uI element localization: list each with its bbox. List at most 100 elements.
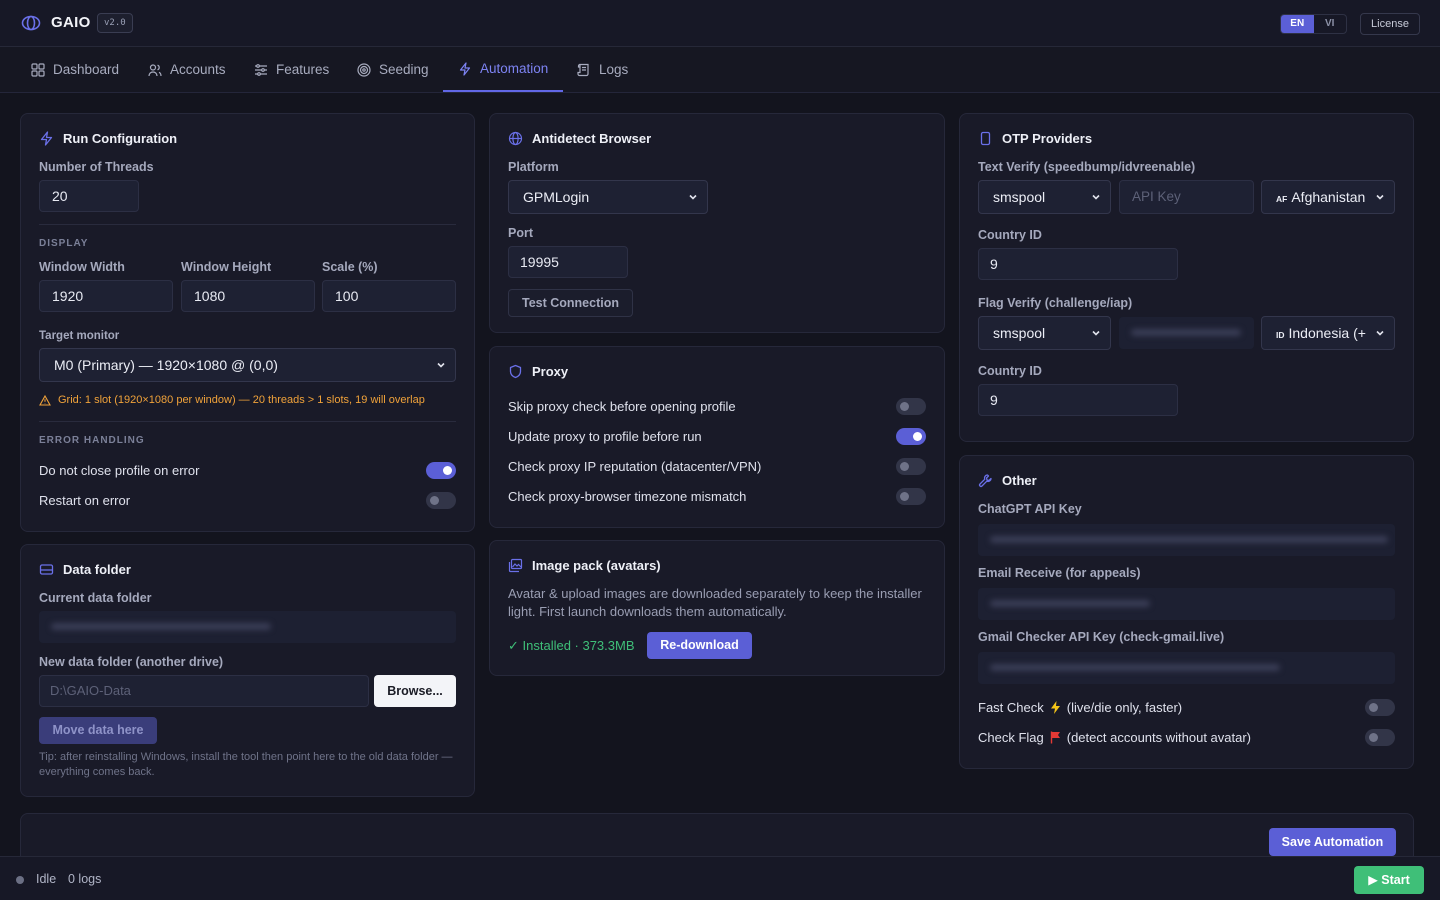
chatgpt-api-key-input-redacted[interactable] <box>978 524 1395 556</box>
text-country-id-input[interactable]: 9 <box>978 248 1178 280</box>
window-height-label: Window Height <box>181 260 272 274</box>
current-folder-value-redacted <box>39 611 456 643</box>
email-receive-input-redacted[interactable] <box>978 588 1395 620</box>
lang-vi-button[interactable]: VI <box>1314 15 1347 33</box>
flag-verify-country-select[interactable]: ID Indonesia (+ <box>1261 316 1395 350</box>
chevron-down-icon <box>689 194 697 200</box>
window-width-input[interactable]: 1920 <box>39 280 173 312</box>
lightning-icon <box>1050 701 1060 714</box>
warning-icon <box>39 394 51 406</box>
fast-check-label: Fast Check <box>978 700 1044 715</box>
lightning-icon <box>459 61 471 76</box>
shield-icon <box>509 364 522 379</box>
check-flag-note: (detect accounts without avatar) <box>1066 730 1252 745</box>
update-proxy-label: Update proxy to profile before run <box>508 429 702 444</box>
proxy-card: Proxy Skip proxy check before opening pr… <box>489 346 945 528</box>
text-verify-country-select[interactable]: AF Afghanistan <box>1261 180 1395 214</box>
tab-label: Dashboard <box>53 62 120 77</box>
logo-icon <box>21 15 41 31</box>
image-pack-description: Avatar & upload images are downloaded se… <box>508 586 922 619</box>
scale-label: Scale (%) <box>322 260 378 274</box>
skip-proxy-check-toggle[interactable] <box>896 398 926 415</box>
move-data-button[interactable]: Move data here <box>39 717 157 744</box>
platform-select[interactable]: GPMLogin <box>508 180 708 214</box>
text-country-id-label: Country ID <box>978 228 1042 242</box>
target-monitor-label: Target monitor <box>39 330 120 342</box>
install-status: ✓ Installed · 373.3MB <box>508 638 635 653</box>
text-verify-label: Text Verify (speedbump/idvreenable) <box>978 160 1196 174</box>
images-icon <box>508 558 523 573</box>
display-section-title: DISPLAY <box>39 238 89 249</box>
browse-button[interactable]: Browse... <box>374 675 456 707</box>
restart-on-error-toggle[interactable] <box>426 492 456 509</box>
country-flag-code: AF <box>1276 194 1288 204</box>
scroll-icon <box>577 63 589 76</box>
grid-icon <box>31 62 45 77</box>
scale-input[interactable]: 100 <box>322 280 456 312</box>
data-folder-tip: Tip: after reinstalling Windows, install… <box>39 751 453 778</box>
no-close-on-error-toggle[interactable] <box>426 462 456 479</box>
card-title: Run Configuration <box>39 131 177 146</box>
tab-dashboard[interactable]: Dashboard <box>16 47 134 92</box>
tab-features[interactable]: Features <box>239 47 344 92</box>
license-button[interactable]: License <box>1360 13 1420 35</box>
platform-label: Platform <box>508 160 559 174</box>
port-input[interactable]: 19995 <box>508 246 628 278</box>
chevron-down-icon <box>1092 330 1100 336</box>
status-dot-icon <box>16 876 24 884</box>
status-bar: Idle 0 logs ▶ Start <box>0 856 1440 900</box>
window-height-input[interactable]: 1080 <box>181 280 315 312</box>
flag-api-key-redacted[interactable] <box>1119 317 1254 349</box>
check-flag-toggle[interactable] <box>1365 729 1395 746</box>
flag-verify-provider-select[interactable]: smspool <box>978 316 1111 350</box>
error-handling-section-title: ERROR HANDLING <box>39 435 145 446</box>
card-title: Image pack (avatars) <box>508 558 661 573</box>
update-proxy-toggle[interactable] <box>896 428 926 445</box>
fast-check-toggle[interactable] <box>1365 699 1395 716</box>
threads-label: Number of Threads <box>39 160 154 174</box>
tab-label: Features <box>276 62 330 77</box>
tab-automation[interactable]: Automation <box>443 47 564 92</box>
card-title: OTP Providers <box>978 131 1092 146</box>
tab-label: Automation <box>480 61 549 76</box>
new-folder-label: New data folder (another drive) <box>39 655 224 669</box>
phone-icon <box>980 131 991 146</box>
card-title: Proxy <box>508 364 568 379</box>
save-automation-button[interactable]: Save Automation <box>1269 828 1396 856</box>
other-settings-card: Other ChatGPT API Key Email Receive (for… <box>959 455 1414 769</box>
flag-country-id-input[interactable]: 9 <box>978 384 1178 416</box>
tab-seeding[interactable]: Seeding <box>342 47 444 92</box>
top-bar: GAIO v2.0 EN VI License <box>0 0 1440 47</box>
grid-warning: Grid: 1 slot (1920×1080 per window) — 20… <box>39 394 425 406</box>
text-verify-provider-select[interactable]: smspool <box>978 180 1111 214</box>
chevron-down-icon <box>1376 194 1384 200</box>
redownload-button[interactable]: Re-download <box>647 632 752 659</box>
log-count: 0 logs <box>68 872 102 886</box>
test-connection-button[interactable]: Test Connection <box>508 289 633 317</box>
check-timezone-toggle[interactable] <box>896 488 926 505</box>
chevron-down-icon <box>437 362 445 368</box>
run-configuration-card: Run Configuration Number of Threads 20 D… <box>20 113 475 532</box>
window-width-label: Window Width <box>39 260 125 274</box>
divider <box>39 224 456 225</box>
data-folder-card: Data folder Current data folder New data… <box>20 544 475 797</box>
card-title: Other <box>978 473 1037 488</box>
new-folder-input[interactable]: D:\GAIO-Data <box>39 675 369 707</box>
chevron-down-icon <box>1092 194 1100 200</box>
red-flag-icon <box>1050 731 1060 744</box>
language-switcher: EN VI <box>1280 14 1347 34</box>
version-badge: v2.0 <box>97 13 133 33</box>
target-monitor-select[interactable]: M0 (Primary) — 1920×1080 @ (0,0) <box>39 348 456 382</box>
run-status: Idle <box>36 872 57 886</box>
flag-verify-label: Flag Verify (challenge/iap) <box>978 296 1133 310</box>
check-ip-reputation-toggle[interactable] <box>896 458 926 475</box>
port-label: Port <box>508 226 533 240</box>
api-key-input[interactable]: API Key <box>1119 180 1254 214</box>
threads-input[interactable]: 20 <box>39 180 139 212</box>
start-button[interactable]: ▶ Start <box>1354 866 1424 894</box>
tab-label: Logs <box>599 62 629 77</box>
gmail-checker-input-redacted[interactable] <box>978 652 1395 684</box>
tab-accounts[interactable]: Accounts <box>133 47 241 92</box>
tab-logs[interactable]: Logs <box>562 47 643 92</box>
lang-en-button[interactable]: EN <box>1281 15 1314 33</box>
